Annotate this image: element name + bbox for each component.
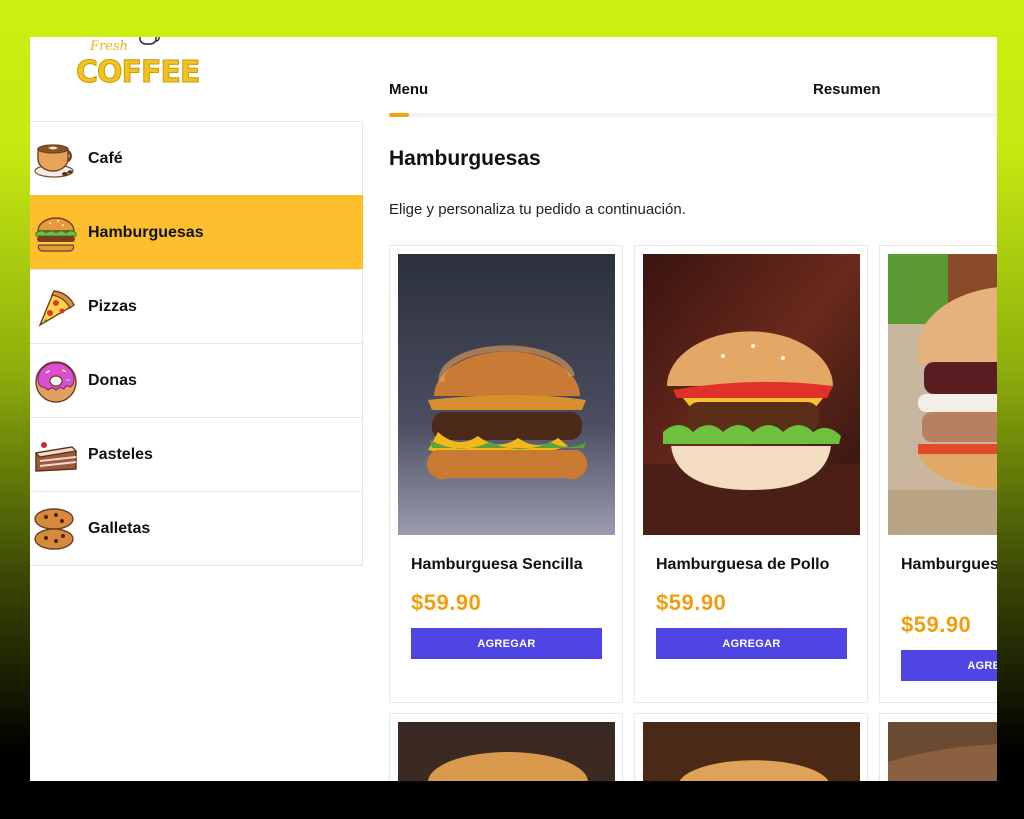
tab-resumen[interactable]: Resumen xyxy=(813,81,881,98)
product-card: Hamburguesa Chili $59.90 AGREGAR xyxy=(879,245,997,703)
donut-icon xyxy=(35,360,77,403)
product-price: $59.90 xyxy=(656,590,727,615)
product-photo xyxy=(398,722,615,781)
sidebar-item-pasteles[interactable]: Pasteles xyxy=(30,417,363,492)
product-photo xyxy=(888,722,997,781)
product-card xyxy=(389,713,623,781)
add-to-order-button[interactable]: AGREGAR xyxy=(901,650,997,681)
product-card xyxy=(634,713,868,781)
coffee-cup-icon xyxy=(34,143,74,178)
step-tabs: Menu Resumen xyxy=(389,79,997,119)
brand-logo-script: Fresh xyxy=(90,39,128,54)
product-card: Hamburguesa Sencilla $59.90 AGREGAR xyxy=(389,245,623,703)
coffee-cup-icon xyxy=(139,37,160,45)
app-window: Fresh COFFEE Café Hamburguesas Pizzas Do… xyxy=(30,37,997,781)
product-card xyxy=(879,713,997,781)
sidebar-item-label: Pasteles xyxy=(88,445,153,463)
product-photo xyxy=(888,254,997,535)
sidebar-item-label: Hamburguesas xyxy=(88,223,204,241)
sidebar-item-label: Galletas xyxy=(88,519,151,537)
add-to-order-button[interactable]: AGREGAR xyxy=(411,628,602,659)
tab-menu[interactable]: Menu xyxy=(389,81,428,98)
sidebar-item-hamburguesas[interactable]: Hamburguesas xyxy=(30,195,363,270)
progress-fill xyxy=(389,113,410,117)
product-card: Hamburguesa de Pollo $59.90 AGREGAR xyxy=(634,245,868,703)
sidebar-item-pizzas[interactable]: Pizzas xyxy=(30,269,363,344)
cake-slice-icon xyxy=(34,441,78,472)
product-price: $59.90 xyxy=(901,612,972,637)
sidebar-item-label: Pizzas xyxy=(88,297,137,315)
product-name: Hamburguesa de Pollo xyxy=(656,556,830,573)
pizza-slice-icon xyxy=(38,289,75,327)
add-to-order-button[interactable]: AGREGAR xyxy=(656,628,847,659)
progress-bar xyxy=(389,113,997,117)
product-photo xyxy=(643,254,860,535)
product-photo xyxy=(398,254,615,535)
category-sidebar: Café Hamburguesas Pizzas Donas Pasteles … xyxy=(30,121,363,566)
product-photo xyxy=(643,722,860,781)
product-price: $59.90 xyxy=(411,590,482,615)
cookies-icon xyxy=(34,507,74,550)
sidebar-item-label: Donas xyxy=(88,371,137,389)
sidebar-item-donas[interactable]: Donas xyxy=(30,343,363,418)
brand-logo[interactable]: Fresh COFFEE xyxy=(76,37,201,99)
product-name: Hamburguesa Sencilla xyxy=(411,556,583,573)
burger-icon xyxy=(35,216,77,252)
page-subtitle: Elige y personaliza tu pedido a continua… xyxy=(389,201,686,218)
brand-logo-text: COFFEE xyxy=(76,55,201,91)
sidebar-item-cafe[interactable]: Café xyxy=(30,121,363,196)
sidebar-item-label: Café xyxy=(88,149,123,167)
product-name: Hamburguesa Chili xyxy=(901,556,997,573)
sidebar-item-galletas[interactable]: Galletas xyxy=(30,491,363,566)
page-title: Hamburguesas xyxy=(389,147,541,170)
